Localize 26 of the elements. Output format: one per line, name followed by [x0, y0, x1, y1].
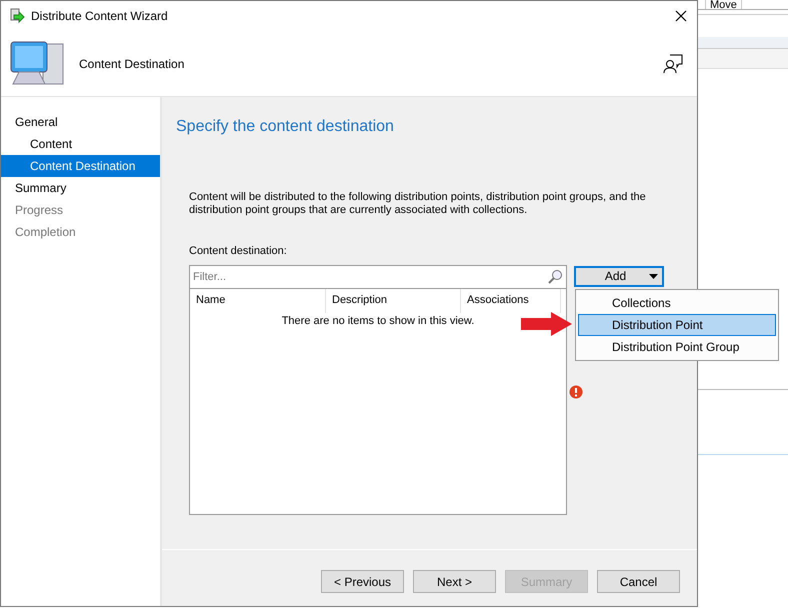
- column-header[interactable]: Name: [190, 288, 326, 312]
- user-chat-icon[interactable]: [663, 54, 683, 74]
- window-title: Distribute Content Wizard: [31, 8, 168, 25]
- filter-field[interactable]: Filter...: [189, 264, 567, 288]
- menu-item[interactable]: Distribution Point: [578, 314, 776, 336]
- nav-item[interactable]: Content Destination: [1, 155, 160, 177]
- close-icon[interactable]: [675, 10, 687, 22]
- dropdown-arrow-icon: [649, 274, 658, 278]
- menu-item[interactable]: Collections: [578, 292, 776, 314]
- page-heading: Specify the content destination: [176, 117, 395, 137]
- menu-item[interactable]: Distribution Point Group: [578, 336, 776, 358]
- column-header[interactable]: Description: [326, 288, 461, 312]
- page-title: Content Destination: [79, 56, 184, 72]
- add-button[interactable]: Add: [574, 266, 664, 286]
- search-icon: [547, 268, 563, 284]
- wizard-button[interactable]: < Previous: [321, 570, 404, 593]
- wizard-button[interactable]: Cancel: [597, 570, 680, 593]
- arrow-icon: [521, 312, 572, 336]
- field-label: Content destination:: [189, 244, 288, 259]
- description-text: Content will be distributed to the following distribution points, distribution point groups, and the distribution point groups that are currently associated with collections.: [189, 191, 647, 217]
- tab-label[interactable]: Move: [705, 0, 742, 9]
- wizard-icon: [9, 8, 25, 24]
- empty-message: There are no items to show in this view.: [282, 314, 474, 328]
- wizard-button[interactable]: Next >: [413, 570, 496, 593]
- column-header[interactable]: Associations: [461, 288, 561, 312]
- error-icon: [569, 385, 583, 399]
